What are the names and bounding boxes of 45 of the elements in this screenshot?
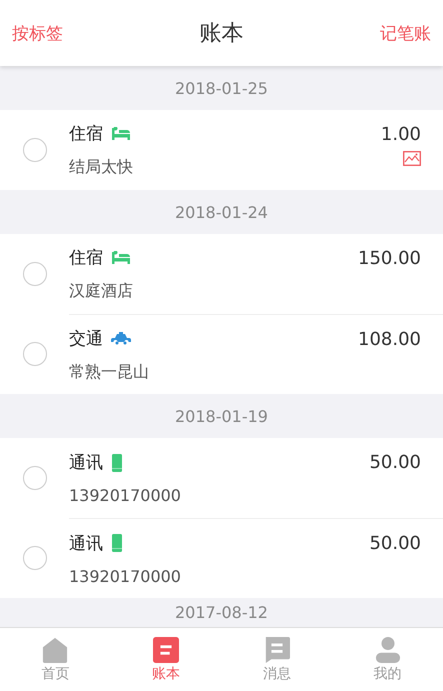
date-header: 2018-01-19: [175, 406, 268, 426]
date-header: 2018-01-24: [175, 202, 268, 222]
tag-filter-link[interactable]: 按标签: [12, 22, 63, 44]
select-radio[interactable]: [23, 546, 47, 570]
person-icon: [374, 636, 401, 662]
record-row[interactable]: 通讯 13920170000 50.00: [0, 438, 443, 518]
record-note: 13920170000: [69, 566, 182, 586]
record-note: 汉庭酒店: [69, 281, 134, 302]
record-row[interactable]: 住宿 结局太快 1.00: [0, 110, 443, 190]
bed-icon: [111, 250, 131, 264]
ledger-icon: [153, 636, 180, 662]
tab-item[interactable]: 账本: [110, 628, 222, 691]
phone-icon: [111, 534, 123, 552]
category-label: 住宿: [69, 123, 103, 145]
page-title: 账本: [200, 20, 244, 48]
message-icon: [264, 636, 290, 662]
amount-text: 150.00: [358, 248, 421, 269]
date-header: 2018-01-25: [175, 78, 268, 98]
tab-item[interactable]: 首页: [0, 628, 111, 691]
record-note: 13920170000: [69, 486, 182, 505]
category-label: 通讯: [69, 452, 103, 474]
select-radio[interactable]: [23, 342, 47, 366]
tab-item[interactable]: 我的: [332, 628, 443, 691]
amount-text: 50.00: [369, 533, 421, 554]
select-radio[interactable]: [23, 138, 47, 162]
tab-item[interactable]: 消息: [222, 628, 332, 691]
add-record-link[interactable]: 记笔账: [380, 22, 431, 44]
phone-icon: [111, 454, 123, 472]
select-radio[interactable]: [23, 466, 47, 490]
record-note: 结局太快: [69, 157, 134, 178]
amount-text: 50.00: [369, 452, 421, 473]
car-icon: [111, 331, 131, 345]
home-icon: [42, 636, 68, 662]
record-row[interactable]: 通讯 13920170000 50.00: [0, 518, 443, 598]
amount-text: 108.00: [358, 329, 421, 350]
amount-text: 1.00: [380, 124, 421, 145]
record-note: 常熟一昆山: [69, 362, 150, 382]
category-label: 交通: [69, 328, 103, 350]
bed-icon: [111, 126, 131, 140]
record-row[interactable]: 交通 常熟一昆山 108.00: [0, 314, 443, 394]
date-header: 2017-08-12: [175, 603, 268, 622]
category-label: 住宿: [69, 247, 103, 269]
category-label: 通讯: [69, 532, 103, 554]
select-radio[interactable]: [23, 262, 47, 286]
record-row[interactable]: 住宿 汉庭酒店 150.00: [0, 234, 443, 314]
